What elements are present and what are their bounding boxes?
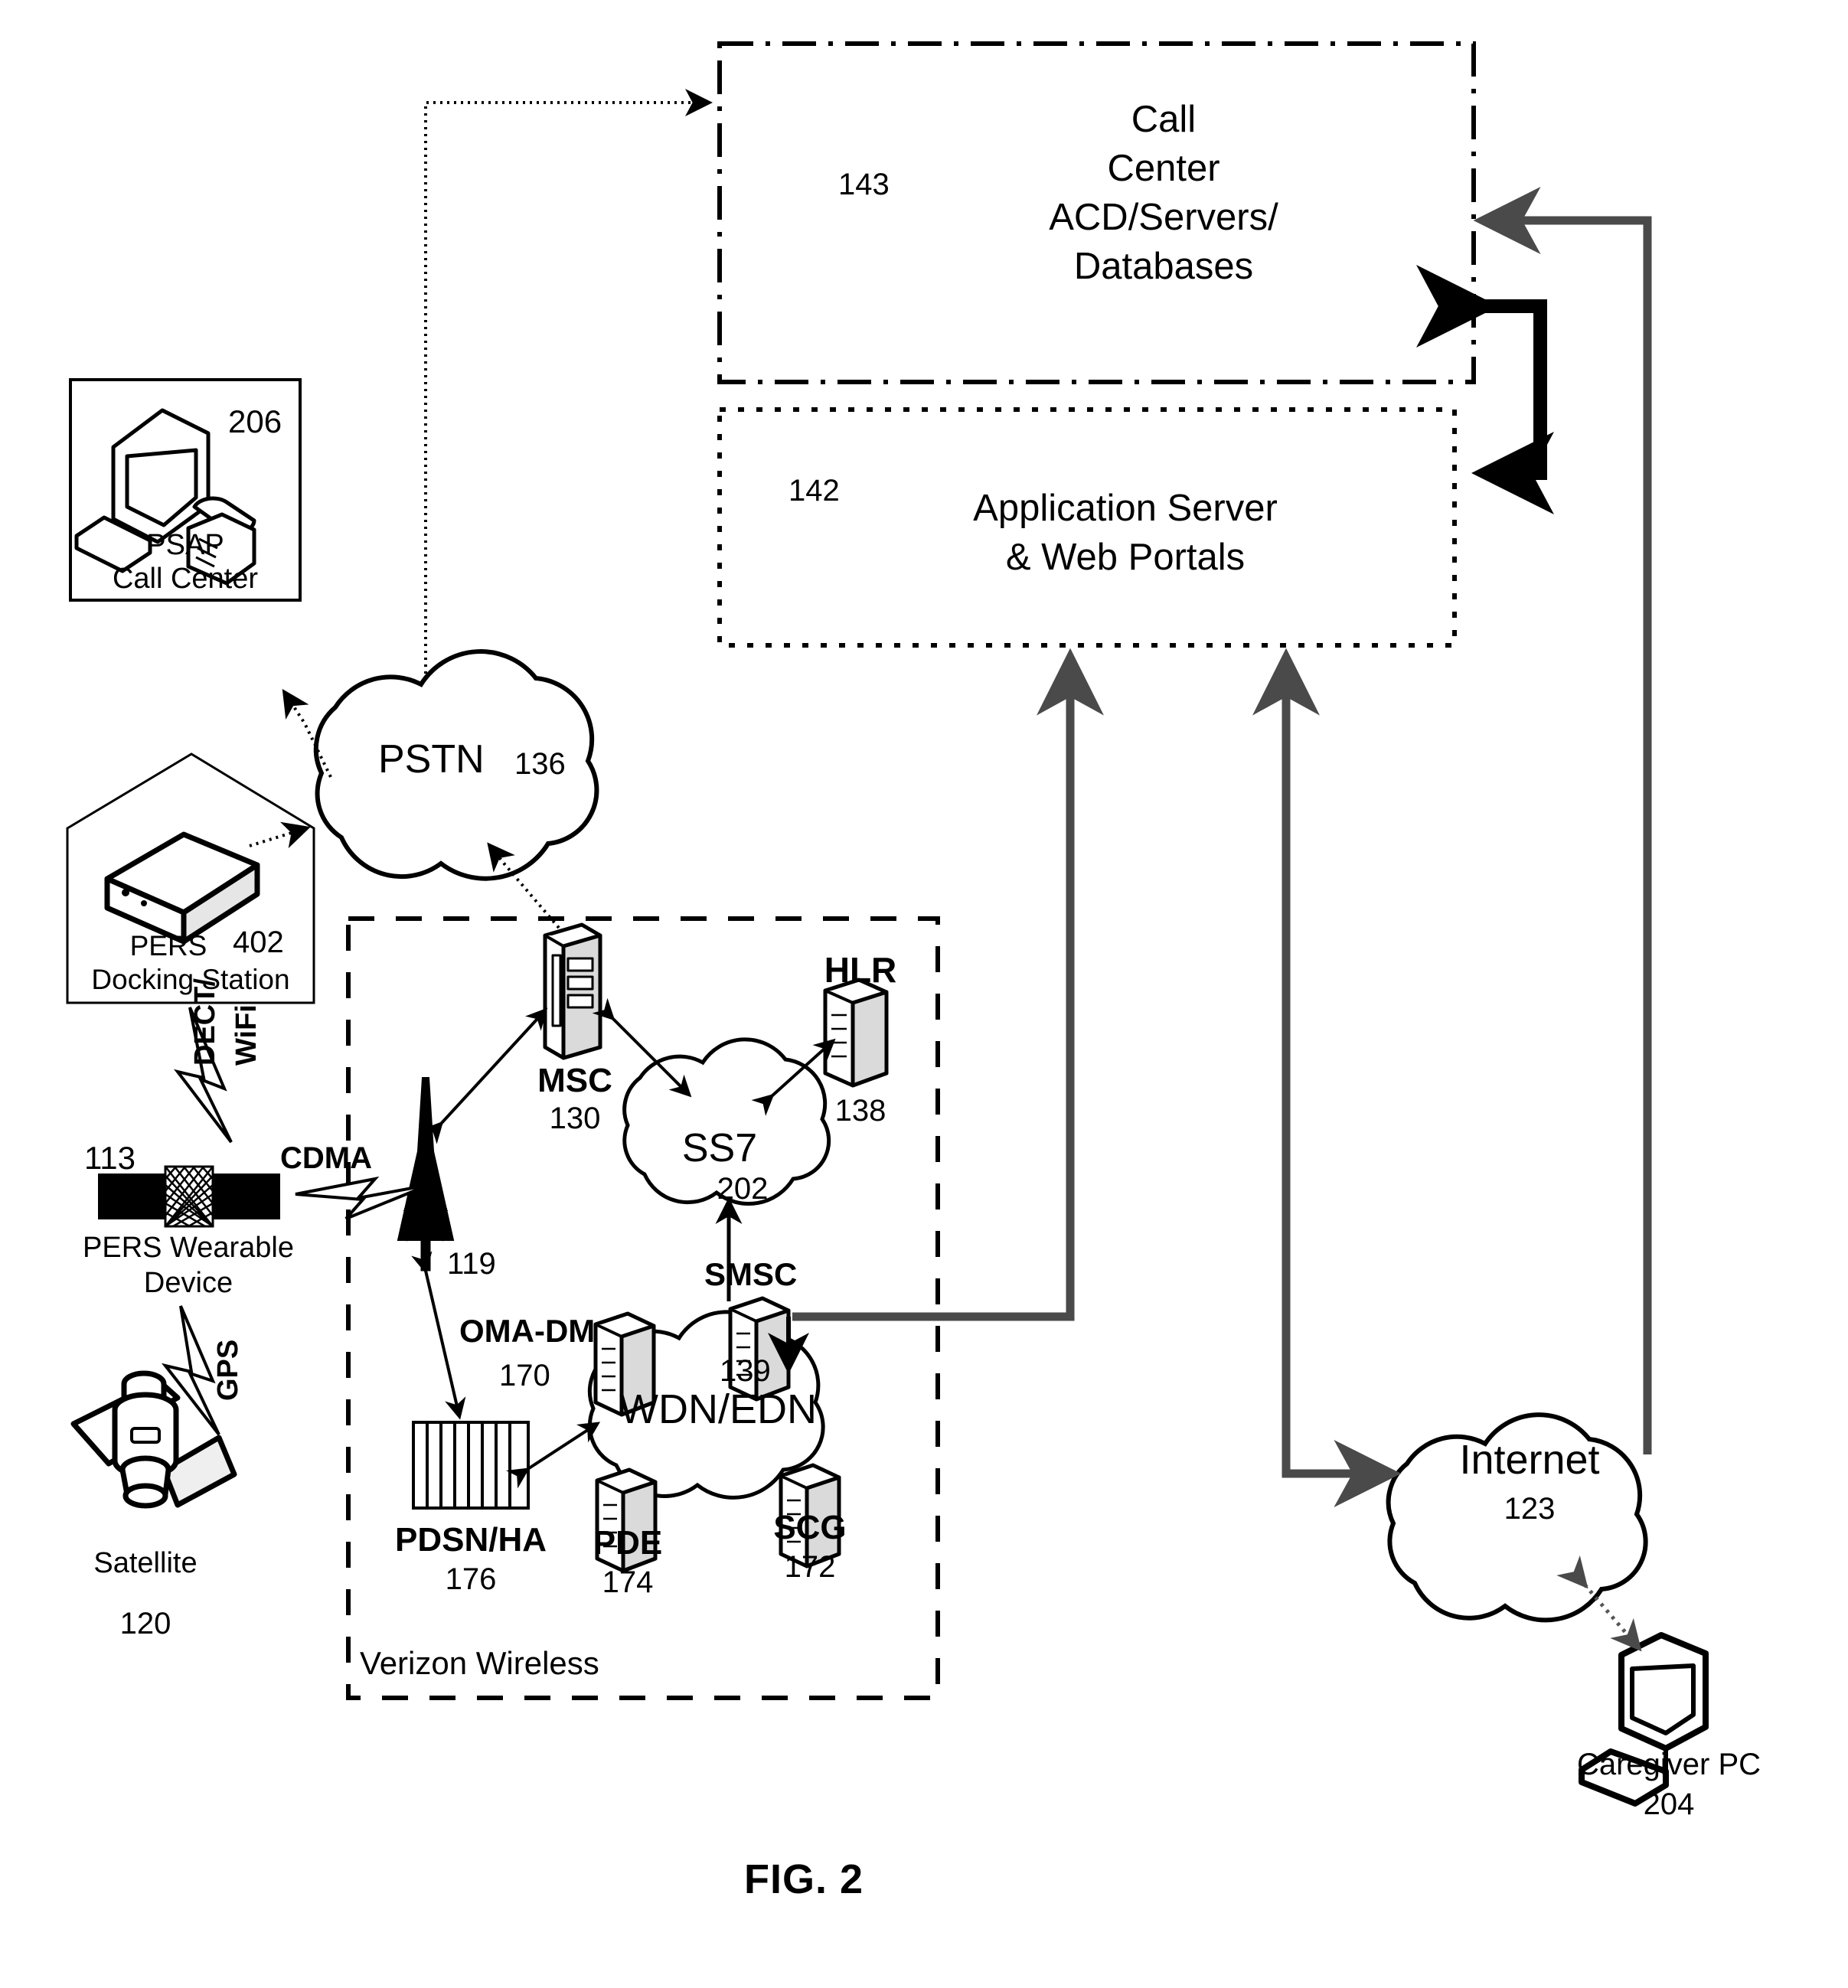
caregiver-pc-label: Caregiver PC	[1576, 1748, 1761, 1781]
call-center-ref: 143	[838, 168, 890, 201]
wearable-ref: 113	[84, 1140, 135, 1176]
link-tower-to-pdsn	[411, 1251, 466, 1420]
call-center-title-line3: ACD/Servers/	[1049, 197, 1278, 238]
docking-station-ref: 402	[233, 925, 284, 959]
application-server-title-line2: & Web Portals	[1005, 537, 1246, 578]
patent-figure-2: 143 Call Center ACD/Servers/ Databases 1…	[0, 0, 1848, 1988]
satellite-icon	[70, 1370, 237, 1509]
link-pstn-to-call-center	[424, 89, 713, 674]
figure-caption: FIG. 2	[743, 1856, 864, 1902]
pde-ref: 174	[602, 1565, 654, 1599]
docking-station-label-line1: PERS	[129, 930, 207, 961]
link-call-center-to-app-server	[1416, 265, 1554, 514]
pdsn-ha-ref: 176	[445, 1562, 497, 1596]
link-internet-to-call-center	[1473, 187, 1652, 1454]
pstn-ref: 136	[514, 747, 566, 781]
ss7-ref: 202	[717, 1172, 769, 1206]
verizon-wireless-label: Verizon Wireless	[360, 1645, 599, 1681]
ss7-label: SS7	[681, 1126, 758, 1170]
internet-ref: 123	[1504, 1492, 1556, 1526]
tower-ref: 119	[447, 1247, 496, 1281]
msc-ref: 130	[549, 1102, 601, 1135]
cell-tower-icon	[397, 1077, 455, 1271]
call-center-title-line4: Databases	[1073, 246, 1254, 287]
pstn-label: PSTN	[378, 737, 485, 782]
pdsn-ha-label: PDSN/HA	[394, 1521, 547, 1559]
router-stack-icon	[412, 1421, 530, 1510]
database-server-icon	[823, 978, 889, 1088]
hlr-label: HLR	[824, 950, 897, 990]
satellite-label: Satellite	[93, 1547, 198, 1579]
call-center-title-line2: Center	[1107, 148, 1220, 189]
cdma-label: CDMA	[280, 1141, 372, 1175]
caregiver-pc-ref: 204	[1643, 1787, 1695, 1821]
call-center-title-line1: Call	[1131, 99, 1197, 140]
application-server-ref: 142	[789, 474, 840, 508]
wearable-label-line2: Device	[143, 1267, 233, 1299]
wearable-label-line1: PERS Wearable	[83, 1232, 294, 1264]
application-server-title-line1: Application Server	[973, 488, 1278, 529]
gps-label: GPS	[212, 1339, 244, 1401]
server-rack-icon	[543, 922, 602, 1060]
scg-ref: 172	[784, 1550, 836, 1584]
oma-dm-ref: 170	[499, 1359, 550, 1392]
oma-dm-label: OMA-DM	[459, 1313, 596, 1349]
psap-ref: 206	[228, 403, 282, 439]
psap-label-line2: Call Center	[112, 563, 259, 595]
wdn-edn-label: WDN/EDN	[619, 1386, 817, 1432]
dect-wifi-label-line2: WiFi	[230, 1004, 263, 1066]
link-pdsn-to-wdn	[505, 1422, 601, 1489]
smsc-label: SMSC	[704, 1256, 798, 1292]
scg-label: SCG	[773, 1509, 847, 1546]
dect-wifi-label-line1: DECT/	[189, 978, 221, 1066]
satellite-ref: 120	[119, 1607, 171, 1640]
link-docking-to-pstn	[249, 821, 311, 849]
hlr-ref: 138	[834, 1094, 886, 1128]
pde-label: PDE	[593, 1524, 663, 1562]
link-internet-to-app-server	[1252, 648, 1393, 1478]
smsc-ref: 139	[720, 1354, 771, 1388]
internet-label: Internet	[1459, 1437, 1600, 1483]
psap-label-line1: PSAP	[146, 529, 224, 561]
msc-label: MSC	[537, 1062, 612, 1099]
